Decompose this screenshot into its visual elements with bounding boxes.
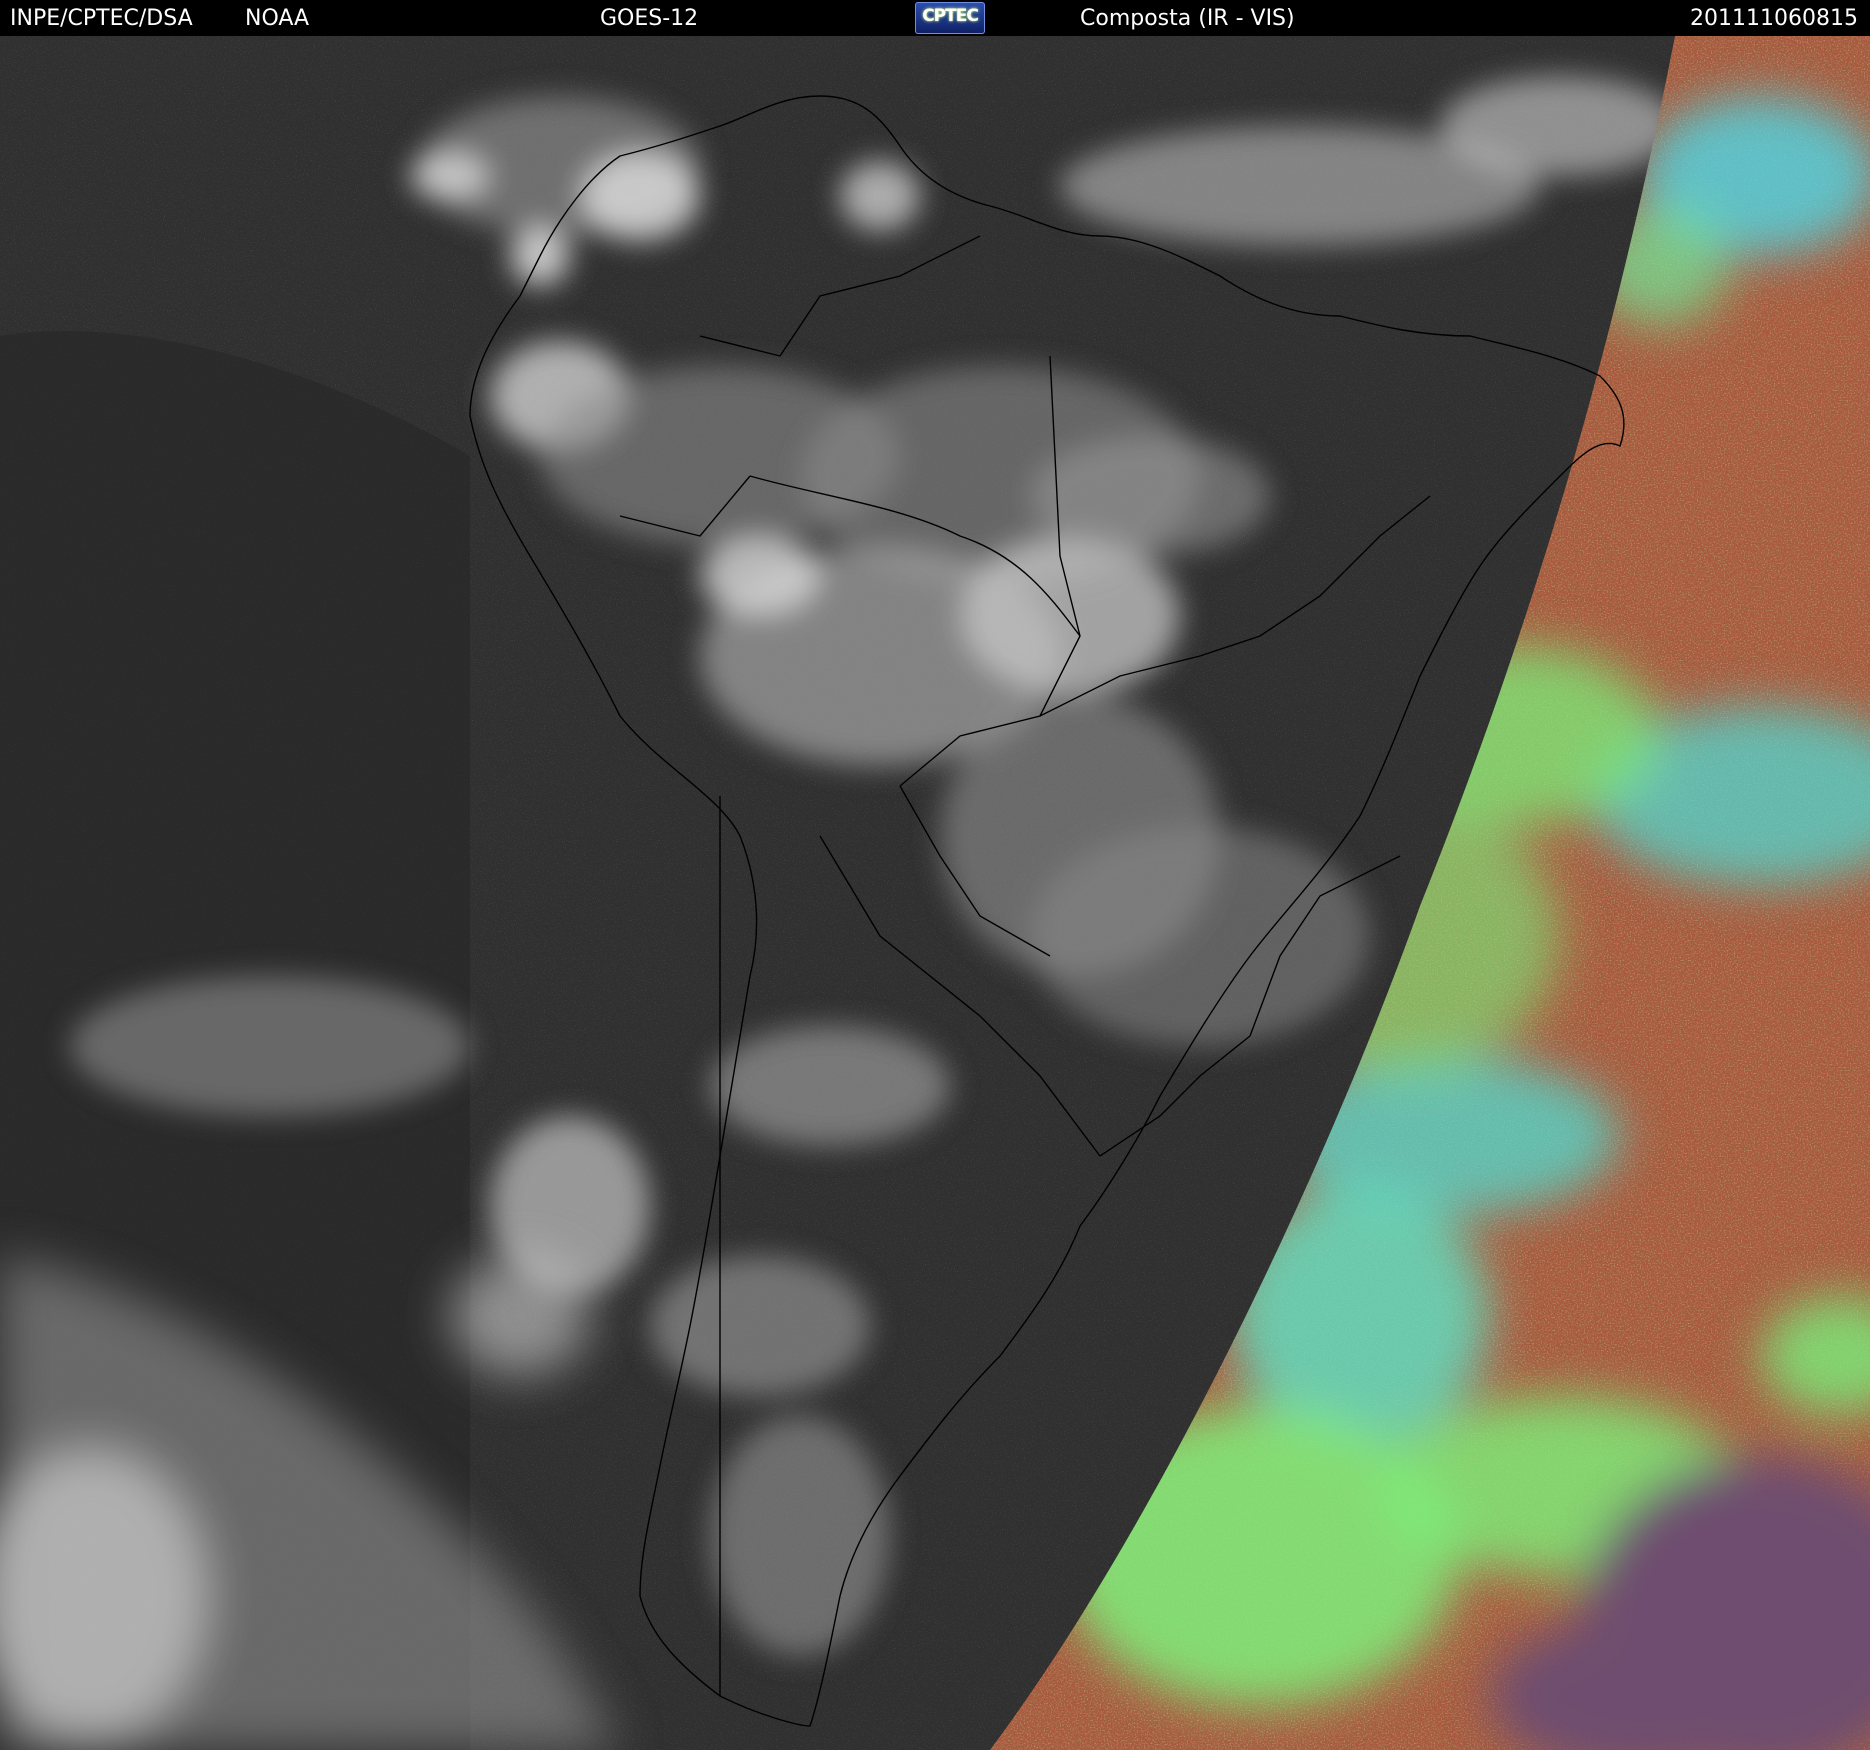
agency-label: INPE/CPTEC/DSA [10, 6, 193, 31]
product-label: Composta (IR - VIS) [1080, 6, 1295, 31]
satellite-image [0, 36, 1870, 1750]
satellite-map [0, 36, 1870, 1750]
satellite-label: GOES-12 [600, 6, 699, 31]
partner-label: NOAA [245, 6, 310, 31]
image-header: INPE/CPTEC/DSA NOAA GOES-12 CPTEC Compos… [0, 0, 1870, 36]
cptec-logo-icon: CPTEC [915, 2, 985, 34]
timestamp-label: 201111060815 [1690, 6, 1858, 31]
